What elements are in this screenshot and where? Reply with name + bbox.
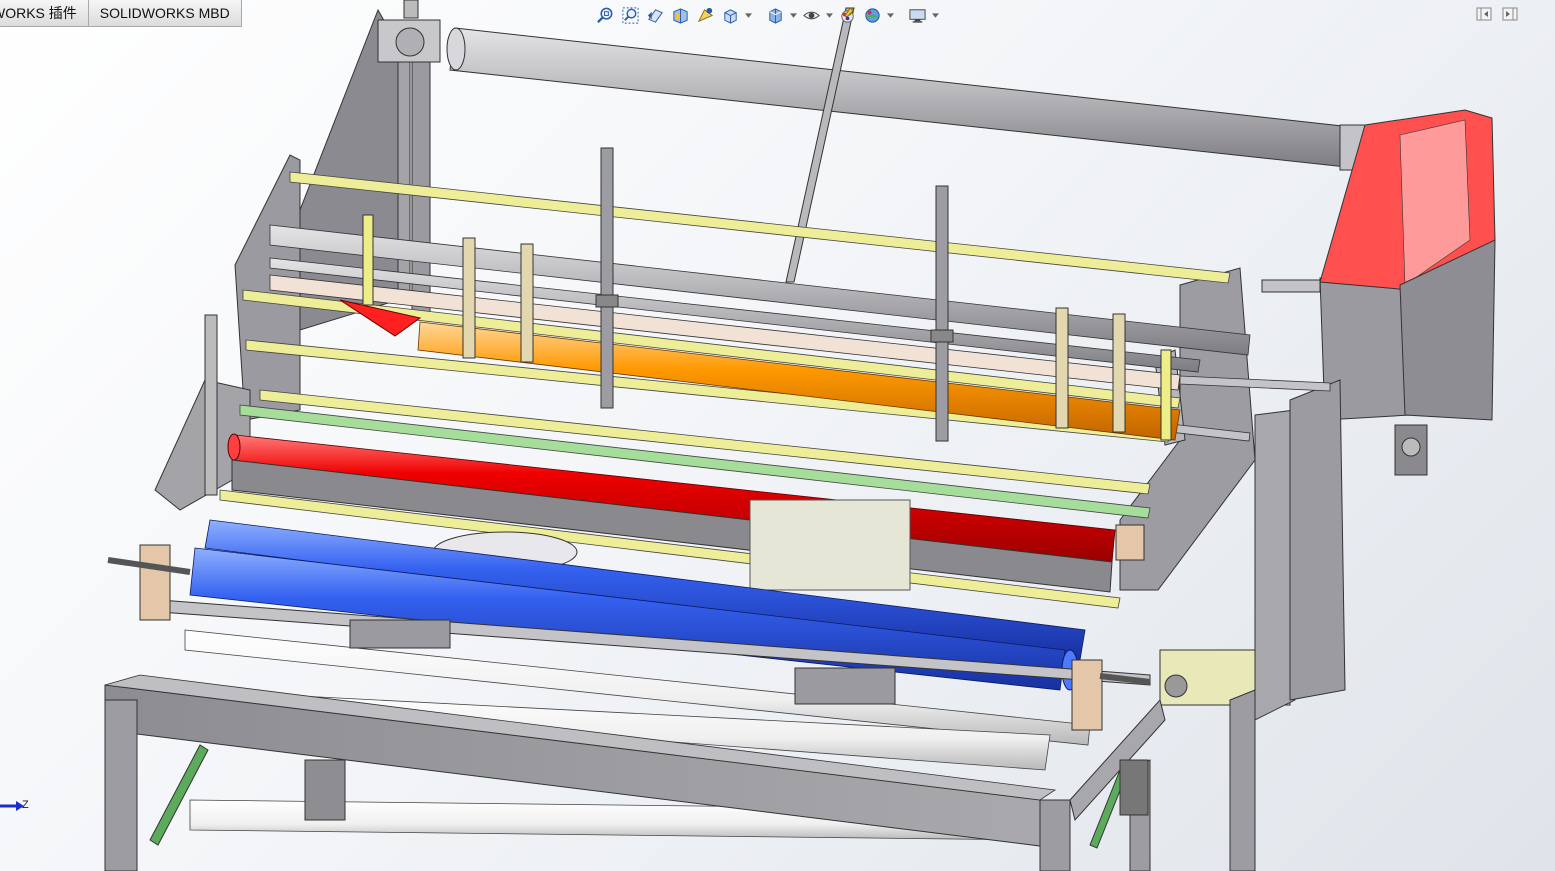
display-style-dropdown[interactable] bbox=[789, 4, 797, 26]
hide-show-items-button[interactable] bbox=[800, 4, 822, 26]
view-settings-button[interactable] bbox=[906, 4, 928, 26]
view-orientation-icon bbox=[723, 8, 737, 24]
zoom-to-area-button[interactable] bbox=[619, 4, 641, 26]
command-manager-tabs: WORKS 插件 SOLIDWORKS MBD bbox=[0, 0, 242, 27]
chevron-down-icon bbox=[931, 12, 939, 18]
section-view-button[interactable] bbox=[669, 4, 691, 26]
previous-view-button[interactable] bbox=[644, 4, 666, 26]
graphics-viewport[interactable] bbox=[0, 0, 1555, 871]
chevron-down-icon bbox=[789, 12, 797, 18]
tab-solidworks-mbd[interactable]: SOLIDWORKS MBD bbox=[88, 0, 242, 27]
view-orientation-button[interactable] bbox=[719, 4, 741, 26]
section-view-icon bbox=[672, 7, 688, 24]
apply-scene-button[interactable] bbox=[861, 4, 883, 26]
hide-show-items-dropdown[interactable] bbox=[825, 4, 833, 26]
top-tension-roller bbox=[377, 19, 1381, 171]
display-style-icon bbox=[768, 7, 782, 24]
chevron-down-icon bbox=[825, 12, 833, 18]
heads-up-view-toolbar bbox=[594, 4, 939, 26]
view-settings-dropdown[interactable] bbox=[931, 4, 939, 26]
edit-appearance-icon bbox=[840, 6, 854, 23]
dynamic-annotation-views-button[interactable] bbox=[694, 4, 716, 26]
view-settings-icon bbox=[908, 8, 926, 23]
chevron-down-icon bbox=[744, 12, 752, 18]
previous-view-icon bbox=[647, 8, 663, 23]
view-orientation-dropdown[interactable] bbox=[744, 4, 752, 26]
zoom-to-fit-button[interactable] bbox=[594, 4, 616, 26]
expand-left-panel-icon[interactable] bbox=[1476, 6, 1492, 22]
hide-show-items-icon bbox=[802, 11, 820, 19]
edit-appearance-button[interactable] bbox=[836, 4, 858, 26]
expand-right-panel-icon[interactable] bbox=[1502, 6, 1518, 22]
tab-solidworks-addins[interactable]: WORKS 插件 bbox=[0, 0, 89, 27]
zoom-to-area-icon bbox=[621, 6, 639, 24]
apply-scene-icon bbox=[864, 7, 880, 23]
zoom-to-fit-icon bbox=[596, 7, 612, 23]
display-style-button[interactable] bbox=[764, 4, 786, 26]
chevron-down-icon bbox=[886, 12, 894, 18]
reference-triad-icon bbox=[0, 801, 24, 811]
dynamic-annotation-views-icon bbox=[697, 7, 713, 22]
apply-scene-dropdown[interactable] bbox=[886, 4, 894, 26]
